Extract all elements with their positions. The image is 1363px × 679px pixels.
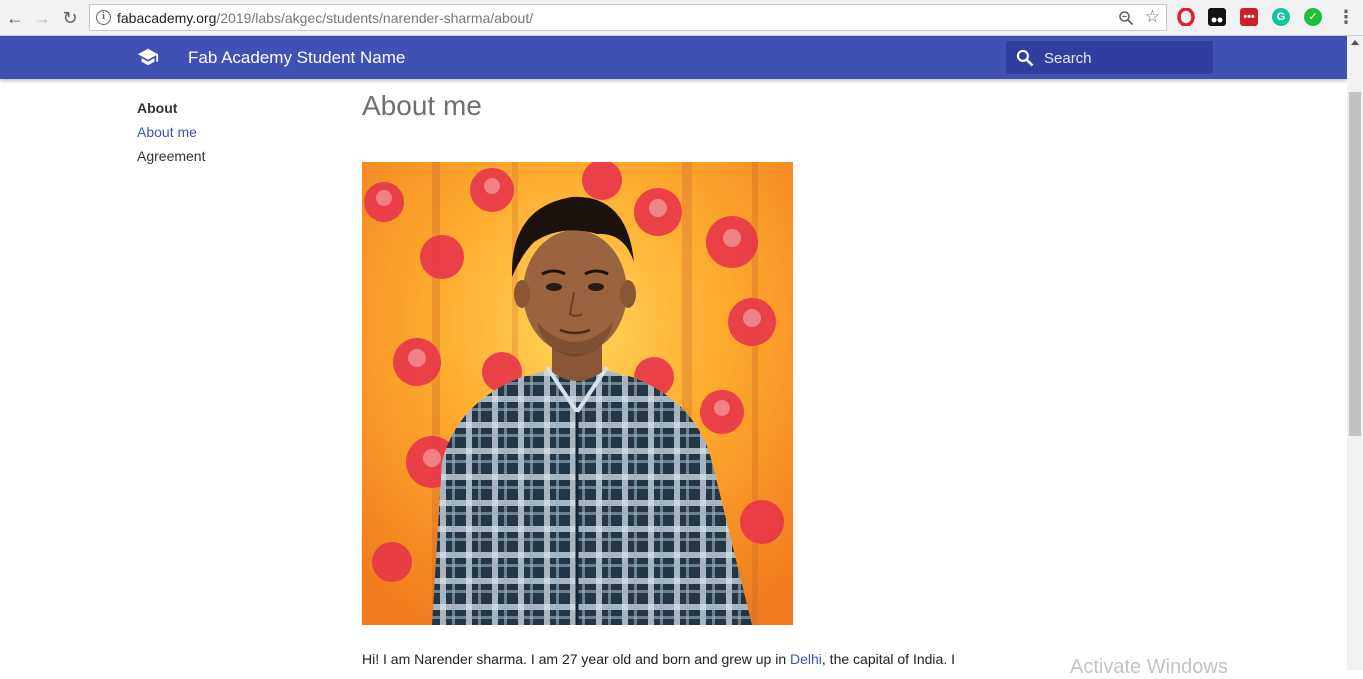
- url-domain: fabacademy.org: [117, 10, 217, 26]
- reload-button[interactable]: ↻: [58, 6, 82, 30]
- scroll-up-arrow-icon[interactable]: [1351, 40, 1359, 45]
- address-bar[interactable]: i fabacademy.org/2019/labs/akgec/student…: [89, 4, 1167, 31]
- checkmark-extension-icon[interactable]: ✓: [1304, 8, 1322, 26]
- browser-toolbar: ← → ↻ i fabacademy.org/2019/labs/akgec/s…: [0, 0, 1363, 36]
- grammarly-icon[interactable]: G: [1272, 8, 1290, 26]
- intro-text-end: , the capital of India. I: [821, 651, 955, 667]
- scrollbar-thumb[interactable]: [1349, 92, 1361, 436]
- zoom-icon[interactable]: [1118, 10, 1134, 26]
- opera-icon[interactable]: [1177, 7, 1195, 27]
- delhi-link[interactable]: Delhi: [790, 651, 822, 667]
- intro-paragraph: Hi! I am Narender sharma. I am 27 year o…: [362, 649, 1002, 669]
- activate-windows-watermark: Activate Windows: [1070, 656, 1228, 678]
- sidebar-section-title: About: [137, 100, 178, 116]
- browser-menu-icon[interactable]: ⋮: [1337, 6, 1355, 30]
- search-box[interactable]: [1006, 41, 1213, 74]
- sidebar-nav: About About me Agreement: [137, 100, 337, 172]
- profile-photo: [362, 162, 793, 625]
- bookmark-star-icon[interactable]: ☆: [1145, 7, 1160, 27]
- graduation-cap-icon[interactable]: [137, 46, 159, 68]
- site-header: Fab Academy Student Name: [0, 36, 1347, 79]
- sidebar-item-about-me[interactable]: About me: [137, 124, 337, 148]
- url-text[interactable]: fabacademy.org/2019/labs/akgec/students/…: [117, 10, 533, 26]
- lastpass-icon[interactable]: •••: [1240, 8, 1258, 26]
- url-path: /2019/labs/akgec/students/narender-sharm…: [216, 10, 534, 26]
- search-icon: [1016, 49, 1034, 67]
- site-info-icon[interactable]: i: [96, 10, 111, 25]
- search-input[interactable]: [1044, 47, 1204, 69]
- forward-button[interactable]: →: [30, 6, 54, 30]
- intro-text-start: Hi! I am Narender sharma. I am 27 year o…: [362, 651, 790, 667]
- back-button[interactable]: ←: [3, 6, 27, 30]
- site-title[interactable]: Fab Academy Student Name: [188, 48, 405, 68]
- page-title: About me: [362, 90, 482, 121]
- page-scrollbar[interactable]: [1347, 36, 1363, 670]
- tampermonkey-icon[interactable]: [1208, 8, 1226, 26]
- sidebar-item-agreement[interactable]: Agreement: [137, 148, 337, 172]
